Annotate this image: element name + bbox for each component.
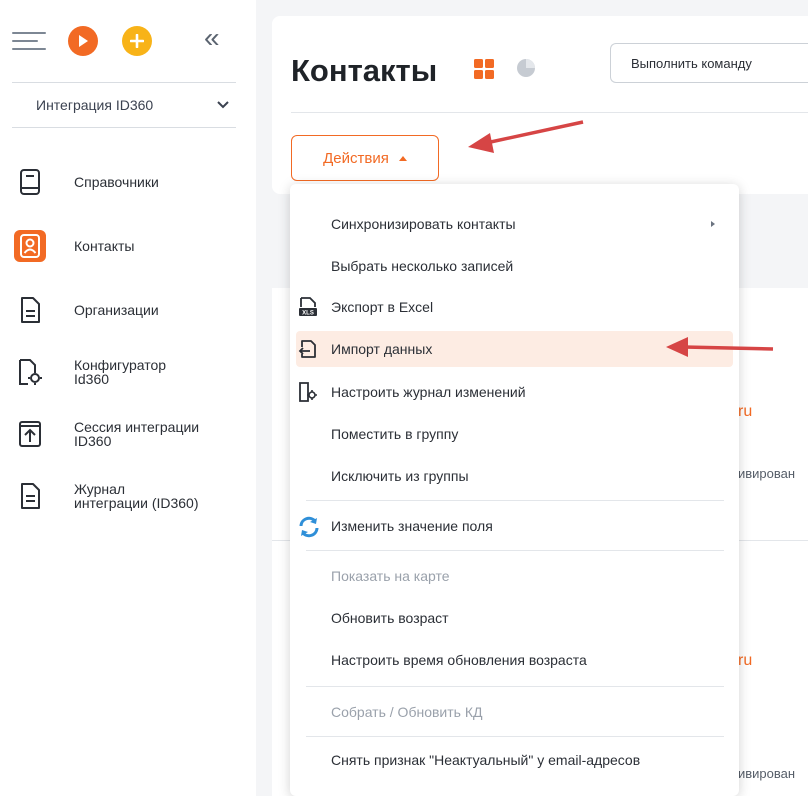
actions-button-label: Действия [323,149,389,167]
upload-icon [14,418,46,450]
status-text: ивирован [738,766,796,781]
pie-chart-icon[interactable] [516,58,536,83]
sidebar: « Интеграция ID360 Справочники Контакты … [0,0,256,796]
sidebar-item-configurator[interactable]: Конфигуратор Id360 [14,356,234,388]
sidebar-item-organizations[interactable]: Организации [14,294,159,326]
sidebar-item-label: Конфигуратор Id360 [74,357,167,387]
menu-item-label: Обновить возраст [331,610,449,626]
play-icon[interactable] [68,26,98,56]
menu-item-label: Импорт данных [331,341,433,357]
page-title: Контакты [291,53,438,88]
status-text: ивирован [738,466,796,481]
document-icon [14,294,46,326]
menu-item-select-multiple[interactable]: Выбрать несколько записей [290,248,739,284]
sidebar-item-label: Сессия интеграции ID360 [74,419,200,449]
header-card: Контакты Выполнить команду Действия [272,16,808,194]
submenu-arrow-icon [711,221,715,227]
menu-item-journal-settings[interactable]: Настроить журнал изменений [290,374,739,410]
sidebar-top-toolbar [12,26,176,56]
sidebar-item-label: Журнал интеграции (ID360) [74,481,199,511]
actions-button[interactable]: Действия [291,135,439,181]
menu-item-label: Выбрать несколько записей [331,258,514,274]
menu-separator [306,500,724,501]
menu-item-clear-inactive-email[interactable]: Снять признак "Неактуальный" у email-адр… [290,742,739,778]
menu-item-change-field[interactable]: Изменить значение поля [290,508,739,544]
integration-select[interactable]: Интеграция ID360 [12,82,236,128]
excel-export-icon: XLS [298,297,318,317]
sidebar-item-contacts[interactable]: Контакты [14,230,134,262]
menu-separator [306,550,724,551]
menu-item-sync-contacts[interactable]: Синхронизировать контакты [290,206,739,242]
menu-item-label: Исключить из группы [331,468,469,484]
command-input[interactable]: Выполнить команду [610,43,808,83]
menu-separator [306,736,724,737]
email-link[interactable]: ru [738,403,752,421]
document-gear-icon [14,356,46,388]
sidebar-item-directories[interactable]: Справочники [14,166,159,198]
actions-dropdown: Синхронизировать контакты Выбрать нескол… [290,184,739,796]
sidebar-item-integration-journal[interactable]: Журнал интеграции (ID360) [14,480,234,512]
menu-item-label: Изменить значение поля [331,518,493,534]
import-icon [298,339,318,359]
grid-view-icon[interactable] [474,59,494,84]
sidebar-item-label: Справочники [74,174,159,190]
menu-item-label: Поместить в группу [331,426,459,442]
menu-item-label: Экспорт в Excel [331,299,434,315]
svg-text:XLS: XLS [302,311,314,317]
settings-journal-icon [298,382,318,402]
menu-item-show-on-map: Показать на карте [290,558,739,594]
book-icon [14,166,46,198]
menu-item-export-excel[interactable]: XLS Экспорт в Excel [290,289,739,325]
menu-item-label: Настроить время обновления возраста [331,652,587,668]
menu-item-import-data[interactable]: Импорт данных [296,331,733,367]
menu-item-label: Синхронизировать контакты [331,216,516,232]
contact-card-icon [14,230,46,262]
plus-icon[interactable] [122,26,152,56]
integration-select-value: Интеграция ID360 [36,97,154,113]
menu-item-label: Снять признак "Неактуальный" у email-адр… [331,752,641,768]
caret-up-icon [398,155,407,161]
menu-item-label: Собрать / Обновить КД [331,704,483,720]
journal-icon [14,480,46,512]
menu-icon[interactable] [12,30,46,52]
menu-separator [306,686,724,687]
menu-item-collect-kd: Собрать / Обновить КД [290,694,739,730]
chevron-down-icon [217,101,229,109]
menu-item-update-age[interactable]: Обновить возраст [290,600,739,636]
divider [291,112,808,113]
refresh-icon [298,516,319,538]
menu-item-add-to-group[interactable]: Поместить в группу [290,416,739,452]
menu-item-remove-from-group[interactable]: Исключить из группы [290,458,739,494]
menu-item-label: Настроить журнал изменений [331,384,526,400]
sidebar-item-label: Контакты [74,238,135,254]
menu-item-age-update-time[interactable]: Настроить время обновления возраста [290,642,739,678]
menu-item-label: Показать на карте [331,568,450,584]
sidebar-item-integration-session[interactable]: Сессия интеграции ID360 [14,418,234,450]
collapse-icon[interactable]: « [204,24,220,52]
sidebar-item-label: Организации [74,302,159,318]
